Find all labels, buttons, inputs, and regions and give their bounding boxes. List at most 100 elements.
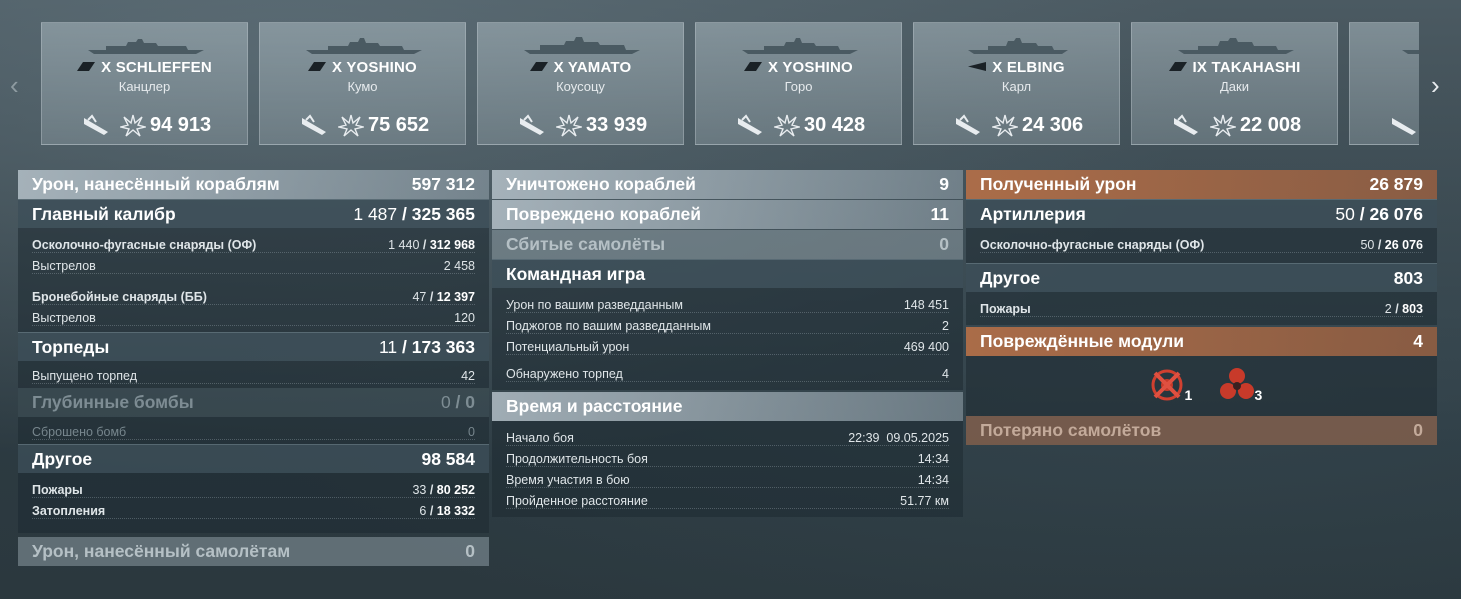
ship-name: X ELBING xyxy=(992,59,1065,76)
team-play-header: Командная игра xyxy=(492,259,963,288)
damage-burst-icon xyxy=(336,113,366,137)
spotting-damage-row: Урон по вашим разведданным 148 451 xyxy=(506,292,949,313)
sunk-ship-icon xyxy=(82,114,112,136)
ship-card[interactable]: IX TAKAHASHI Даки 22 008 xyxy=(1131,22,1338,145)
damage-dealt-panel: Урон, нанесённый кораблям 597 312 Главный… xyxy=(18,170,489,566)
artillery-header: Артиллерия 50 / 26 076 xyxy=(966,199,1437,228)
ship-damage-value: 30 428 xyxy=(804,113,866,136)
destroyer-class-icon xyxy=(968,58,987,71)
player-name: Коусоцу xyxy=(556,79,605,94)
time-distance-header: Время и расстояние xyxy=(492,392,963,421)
received-fires-row: Пожары 2 / 803 xyxy=(980,296,1423,317)
ship-name: X YOSHINO xyxy=(332,59,417,76)
ship-silhouette-icon xyxy=(968,38,1068,54)
ship-damage-value: 75 652 xyxy=(368,113,430,136)
ap-shots-row: Выстрелов 120 xyxy=(32,305,475,326)
torpedoes-details: Выпущено торпед 42 xyxy=(18,361,489,388)
ship-name: X YAMATO xyxy=(553,59,632,76)
ap-shells-row: Бронебойные снаряды (ББ) 47 / 12 397 xyxy=(32,284,475,305)
ship-name: X YOSHINO xyxy=(768,59,853,76)
damage-burst-icon xyxy=(990,113,1020,137)
steering-gear-count: 1 xyxy=(1184,387,1193,403)
ship-damage-value: 24 306 xyxy=(1022,113,1084,136)
other-damage-header: Другое 98 584 xyxy=(18,444,489,473)
ship-name: IX TAKAHASHI xyxy=(1192,59,1301,76)
ship-card[interactable]: X YOSHINO Горо 30 428 xyxy=(695,22,902,145)
sunk-ship-icon xyxy=(300,114,330,136)
ships-destroyed-header: Уничтожено кораблей 9 xyxy=(492,170,963,199)
aircraft-damage-header: Урон, нанесённый самолётам 0 xyxy=(18,537,489,566)
sunk-ship-icon xyxy=(518,114,548,136)
ship-silhouette-icon xyxy=(524,37,640,54)
damage-received-header: Полученный урон 26 879 xyxy=(966,170,1437,199)
received-he-row: Осколочно-фугасные снаряды (ОФ) 50 / 26 0… xyxy=(980,232,1423,253)
he-shells-row: Осколочно-фугасные снаряды (ОФ) 1 440 / 3… xyxy=(32,232,475,253)
propeller-count: 3 xyxy=(1254,387,1263,403)
sunk-ship-icon xyxy=(736,114,766,136)
cruiser-class-icon xyxy=(308,58,327,71)
planes-lost-header: Потеряно самолётов 0 xyxy=(966,416,1437,445)
time-in-battle-row: Время участия в бою 14:34 xyxy=(506,467,949,488)
ship-card[interactable]: X SCHLIEFFEN Канцлер 94 913 xyxy=(41,22,248,145)
player-name: Кумо xyxy=(347,79,378,94)
torpedoes-header: Торпеды 11 / 173 363 xyxy=(18,332,489,361)
damage-burst-icon xyxy=(118,113,148,137)
cruiser-class-icon xyxy=(744,58,763,71)
damage-burst-icon xyxy=(772,113,802,137)
carousel-prev-arrow[interactable]: ‹ xyxy=(10,70,19,101)
battle-summary-panel: Уничтожено кораблей 9 Повреждено кораблей… xyxy=(492,170,963,517)
main-battery-details: Осколочно-фугасные снаряды (ОФ) 1 440 / 3… xyxy=(18,228,489,332)
damaged-modules-header: Повреждённые модули 4 xyxy=(966,327,1437,356)
received-other-details: Пожары 2 / 803 xyxy=(966,292,1437,325)
ship-damage-value: 22 008 xyxy=(1240,113,1302,136)
player-name: Карл xyxy=(1001,79,1032,94)
battleship-class-icon xyxy=(529,58,548,71)
ship-damage-value: 94 913 xyxy=(150,113,212,136)
cruiser-class-icon xyxy=(1168,58,1187,71)
cruiser-class-icon xyxy=(77,58,96,71)
battle-start-row: Начало боя 22:39 09.05.2025 xyxy=(506,425,949,446)
fires-row: Пожары 33 / 80 252 xyxy=(32,477,475,498)
player-name: Канцлер xyxy=(118,79,171,94)
ship-card[interactable]: X ELBING Карл 24 306 xyxy=(913,22,1120,145)
distance-row: Пройденное расстояние 51.77 км xyxy=(506,488,949,509)
steering-gear-icon: 1 xyxy=(1147,365,1192,405)
bombs-dropped-row: Сброшено бомб 0 xyxy=(32,419,475,440)
time-distance-details: Начало боя 22:39 09.05.2025 Продолжительн… xyxy=(492,421,963,517)
player-name: Горо xyxy=(784,79,813,94)
torpedoes-launched-row: Выпущено торпед 42 xyxy=(32,363,475,384)
damage-received-panel: Полученный урон 26 879 Артиллерия 50 / 26… xyxy=(966,170,1437,445)
damage-burst-icon xyxy=(1208,113,1238,137)
ship-name: X SCHLIEFFEN xyxy=(101,59,212,76)
other-damage-details: Пожары 33 / 80 252 Затопления 6 / 18 332 xyxy=(18,473,489,533)
carousel-next-arrow[interactable]: › xyxy=(1431,70,1440,101)
ship-silhouette-icon xyxy=(88,39,204,54)
ship-silhouette-icon xyxy=(1402,50,1419,54)
damage-burst-icon xyxy=(554,113,584,137)
damage-ships-header: Урон, нанесённый кораблям 597 312 xyxy=(18,170,489,199)
damaged-modules-icons: 1 3 xyxy=(966,356,1437,416)
player-name: Даки xyxy=(1220,79,1249,94)
sunk-ship-icon xyxy=(1390,114,1419,136)
depth-charges-header: Глубинные бомбы 0 / 0 xyxy=(18,388,489,417)
floods-row: Затопления 6 / 18 332 xyxy=(32,498,475,519)
propeller-icon: 3 xyxy=(1217,365,1262,405)
ship-card-partial[interactable] xyxy=(1349,22,1419,145)
ship-silhouette-icon xyxy=(1178,38,1294,54)
ship-silhouette-icon xyxy=(742,38,858,54)
he-shots-row: Выстрелов 2 458 xyxy=(32,253,475,274)
ship-silhouette-icon xyxy=(306,38,422,54)
depth-charges-details: Сброшено бомб 0 xyxy=(18,417,489,444)
spotting-fires-row: Поджогов по вашим разведданным 2 xyxy=(506,313,949,334)
battle-duration-row: Продолжительность боя 14:34 xyxy=(506,446,949,467)
ship-carousel: X SCHLIEFFEN Канцлер 94 913 X YOSHINO Ку… xyxy=(41,22,1419,146)
sunk-ship-icon xyxy=(954,114,984,136)
ship-card[interactable]: X YOSHINO Кумо 75 652 xyxy=(259,22,466,145)
ship-damage-value: 33 939 xyxy=(586,113,648,136)
sunk-ship-icon xyxy=(1172,114,1202,136)
main-battery-header: Главный калибр 1 487 / 325 365 xyxy=(18,199,489,228)
team-play-details: Урон по вашим разведданным 148 451 Поджог… xyxy=(492,288,963,390)
ship-card[interactable]: X YAMATO Коусоцу 33 939 xyxy=(477,22,684,145)
planes-shot-down-header: Сбитые самолёты 0 xyxy=(492,230,963,259)
potential-damage-row: Потенциальный урон 469 400 xyxy=(506,334,949,355)
